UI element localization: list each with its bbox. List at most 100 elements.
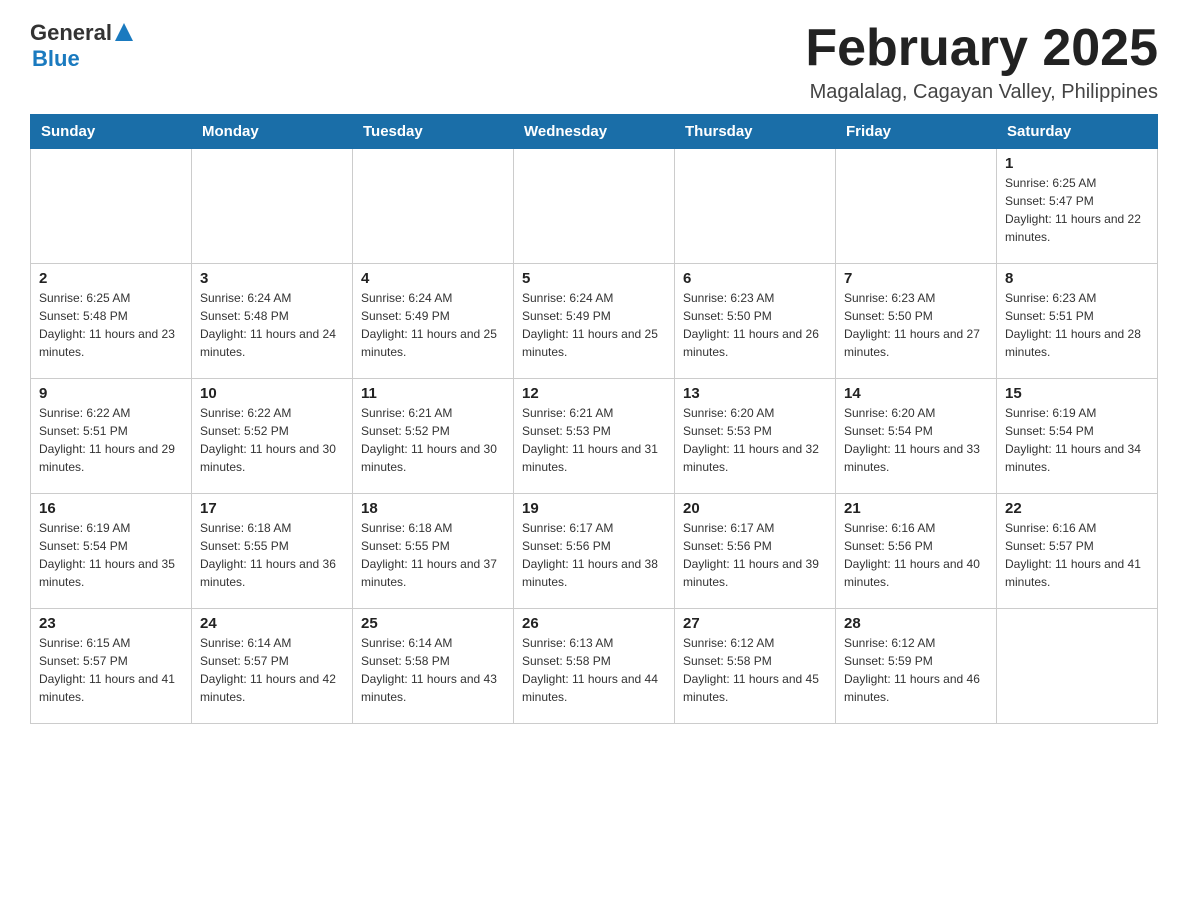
calendar-cell: 12 Sunrise: 6:21 AM Sunset: 5:53 PM Dayli…: [514, 379, 675, 494]
calendar-cell: 21 Sunrise: 6:16 AM Sunset: 5:56 PM Dayli…: [836, 494, 997, 609]
day-info: Sunrise: 6:24 AM Sunset: 5:49 PM Dayligh…: [522, 289, 666, 361]
calendar-cell: 16 Sunrise: 6:19 AM Sunset: 5:54 PM Dayli…: [31, 494, 192, 609]
day-number: 16: [39, 500, 183, 517]
logo-triangle-icon: [115, 23, 133, 41]
day-number: 6: [683, 270, 827, 287]
day-number: 24: [200, 615, 344, 632]
day-info: Sunrise: 6:20 AM Sunset: 5:53 PM Dayligh…: [683, 404, 827, 476]
day-number: 2: [39, 270, 183, 287]
calendar-cell: [836, 149, 997, 264]
calendar-cell: 27 Sunrise: 6:12 AM Sunset: 5:58 PM Dayli…: [675, 609, 836, 724]
calendar-cell: 22 Sunrise: 6:16 AM Sunset: 5:57 PM Dayli…: [997, 494, 1158, 609]
calendar-cell: 28 Sunrise: 6:12 AM Sunset: 5:59 PM Dayli…: [836, 609, 997, 724]
day-info: Sunrise: 6:22 AM Sunset: 5:52 PM Dayligh…: [200, 404, 344, 476]
day-info: Sunrise: 6:19 AM Sunset: 5:54 PM Dayligh…: [1005, 404, 1149, 476]
day-info: Sunrise: 6:17 AM Sunset: 5:56 PM Dayligh…: [683, 519, 827, 591]
day-info: Sunrise: 6:17 AM Sunset: 5:56 PM Dayligh…: [522, 519, 666, 591]
week-row-3: 16 Sunrise: 6:19 AM Sunset: 5:54 PM Dayli…: [31, 494, 1158, 609]
day-number: 20: [683, 500, 827, 517]
day-number: 5: [522, 270, 666, 287]
header-thursday: Thursday: [675, 115, 836, 149]
calendar-cell: 6Sunrise: 6:23 AM Sunset: 5:50 PM Daylig…: [675, 264, 836, 379]
calendar-cell: [997, 609, 1158, 724]
calendar-cell: 8 Sunrise: 6:23 AM Sunset: 5:51 PM Daylig…: [997, 264, 1158, 379]
calendar-cell: [353, 149, 514, 264]
day-info: Sunrise: 6:22 AM Sunset: 5:51 PM Dayligh…: [39, 404, 183, 476]
calendar-cell: 14 Sunrise: 6:20 AM Sunset: 5:54 PM Dayli…: [836, 379, 997, 494]
month-title: February 2025: [805, 20, 1158, 77]
day-number: 12: [522, 385, 666, 402]
calendar-cell: [514, 149, 675, 264]
calendar-cell: [192, 149, 353, 264]
day-info: Sunrise: 6:23 AM Sunset: 5:51 PM Dayligh…: [1005, 289, 1149, 361]
day-info: Sunrise: 6:19 AM Sunset: 5:54 PM Dayligh…: [39, 519, 183, 591]
logo: General Blue: [30, 20, 133, 72]
day-number: 25: [361, 615, 505, 632]
week-row-1: 2Sunrise: 6:25 AM Sunset: 5:48 PM Daylig…: [31, 264, 1158, 379]
calendar-cell: 25 Sunrise: 6:14 AM Sunset: 5:58 PM Dayli…: [353, 609, 514, 724]
header-saturday: Saturday: [997, 115, 1158, 149]
day-info: Sunrise: 6:16 AM Sunset: 5:56 PM Dayligh…: [844, 519, 988, 591]
day-number: 23: [39, 615, 183, 632]
header-monday: Monday: [192, 115, 353, 149]
calendar-cell: 20 Sunrise: 6:17 AM Sunset: 5:56 PM Dayli…: [675, 494, 836, 609]
day-info: Sunrise: 6:12 AM Sunset: 5:58 PM Dayligh…: [683, 634, 827, 706]
day-number: 17: [200, 500, 344, 517]
page-header: General Blue February 2025 Magalalag, Ca…: [30, 20, 1158, 104]
day-info: Sunrise: 6:14 AM Sunset: 5:57 PM Dayligh…: [200, 634, 344, 706]
day-number: 4: [361, 270, 505, 287]
day-info: Sunrise: 6:23 AM Sunset: 5:50 PM Dayligh…: [844, 289, 988, 361]
title-block: February 2025 Magalalag, Cagayan Valley,…: [805, 20, 1158, 104]
day-info: Sunrise: 6:14 AM Sunset: 5:58 PM Dayligh…: [361, 634, 505, 706]
calendar-cell: 5 Sunrise: 6:24 AM Sunset: 5:49 PM Daylig…: [514, 264, 675, 379]
calendar-cell: 7Sunrise: 6:23 AM Sunset: 5:50 PM Daylig…: [836, 264, 997, 379]
header-friday: Friday: [836, 115, 997, 149]
calendar-cell: [675, 149, 836, 264]
location-subtitle: Magalalag, Cagayan Valley, Philippines: [805, 81, 1158, 104]
logo-text-blue: Blue: [32, 46, 80, 71]
day-number: 14: [844, 385, 988, 402]
day-info: Sunrise: 6:13 AM Sunset: 5:58 PM Dayligh…: [522, 634, 666, 706]
header-tuesday: Tuesday: [353, 115, 514, 149]
day-number: 3: [200, 270, 344, 287]
calendar-cell: 18 Sunrise: 6:18 AM Sunset: 5:55 PM Dayli…: [353, 494, 514, 609]
day-info: Sunrise: 6:16 AM Sunset: 5:57 PM Dayligh…: [1005, 519, 1149, 591]
calendar-cell: 3 Sunrise: 6:24 AM Sunset: 5:48 PM Daylig…: [192, 264, 353, 379]
calendar-cell: 10Sunrise: 6:22 AM Sunset: 5:52 PM Dayli…: [192, 379, 353, 494]
calendar-cell: 9 Sunrise: 6:22 AM Sunset: 5:51 PM Daylig…: [31, 379, 192, 494]
weekday-header-row: Sunday Monday Tuesday Wednesday Thursday…: [31, 115, 1158, 149]
calendar-cell: [31, 149, 192, 264]
day-number: 28: [844, 615, 988, 632]
week-row-0: 1Sunrise: 6:25 AM Sunset: 5:47 PM Daylig…: [31, 149, 1158, 264]
day-info: Sunrise: 6:18 AM Sunset: 5:55 PM Dayligh…: [200, 519, 344, 591]
calendar-cell: 23Sunrise: 6:15 AM Sunset: 5:57 PM Dayli…: [31, 609, 192, 724]
day-number: 27: [683, 615, 827, 632]
day-info: Sunrise: 6:21 AM Sunset: 5:53 PM Dayligh…: [522, 404, 666, 476]
day-number: 1: [1005, 155, 1149, 172]
week-row-2: 9 Sunrise: 6:22 AM Sunset: 5:51 PM Daylig…: [31, 379, 1158, 494]
day-info: Sunrise: 6:20 AM Sunset: 5:54 PM Dayligh…: [844, 404, 988, 476]
day-number: 8: [1005, 270, 1149, 287]
calendar-cell: 11 Sunrise: 6:21 AM Sunset: 5:52 PM Dayli…: [353, 379, 514, 494]
day-info: Sunrise: 6:18 AM Sunset: 5:55 PM Dayligh…: [361, 519, 505, 591]
day-number: 21: [844, 500, 988, 517]
day-number: 11: [361, 385, 505, 402]
calendar-cell: 1Sunrise: 6:25 AM Sunset: 5:47 PM Daylig…: [997, 149, 1158, 264]
day-number: 9: [39, 385, 183, 402]
day-info: Sunrise: 6:21 AM Sunset: 5:52 PM Dayligh…: [361, 404, 505, 476]
calendar-cell: 2Sunrise: 6:25 AM Sunset: 5:48 PM Daylig…: [31, 264, 192, 379]
logo-text-general: General: [30, 20, 112, 46]
calendar-cell: 17 Sunrise: 6:18 AM Sunset: 5:55 PM Dayli…: [192, 494, 353, 609]
calendar-cell: 19Sunrise: 6:17 AM Sunset: 5:56 PM Dayli…: [514, 494, 675, 609]
header-wednesday: Wednesday: [514, 115, 675, 149]
header-sunday: Sunday: [31, 115, 192, 149]
calendar-cell: 15Sunrise: 6:19 AM Sunset: 5:54 PM Dayli…: [997, 379, 1158, 494]
calendar-cell: 24 Sunrise: 6:14 AM Sunset: 5:57 PM Dayli…: [192, 609, 353, 724]
day-info: Sunrise: 6:24 AM Sunset: 5:48 PM Dayligh…: [200, 289, 344, 361]
day-number: 13: [683, 385, 827, 402]
day-info: Sunrise: 6:24 AM Sunset: 5:49 PM Dayligh…: [361, 289, 505, 361]
day-number: 18: [361, 500, 505, 517]
day-info: Sunrise: 6:12 AM Sunset: 5:59 PM Dayligh…: [844, 634, 988, 706]
day-number: 22: [1005, 500, 1149, 517]
calendar-table: Sunday Monday Tuesday Wednesday Thursday…: [30, 114, 1158, 724]
